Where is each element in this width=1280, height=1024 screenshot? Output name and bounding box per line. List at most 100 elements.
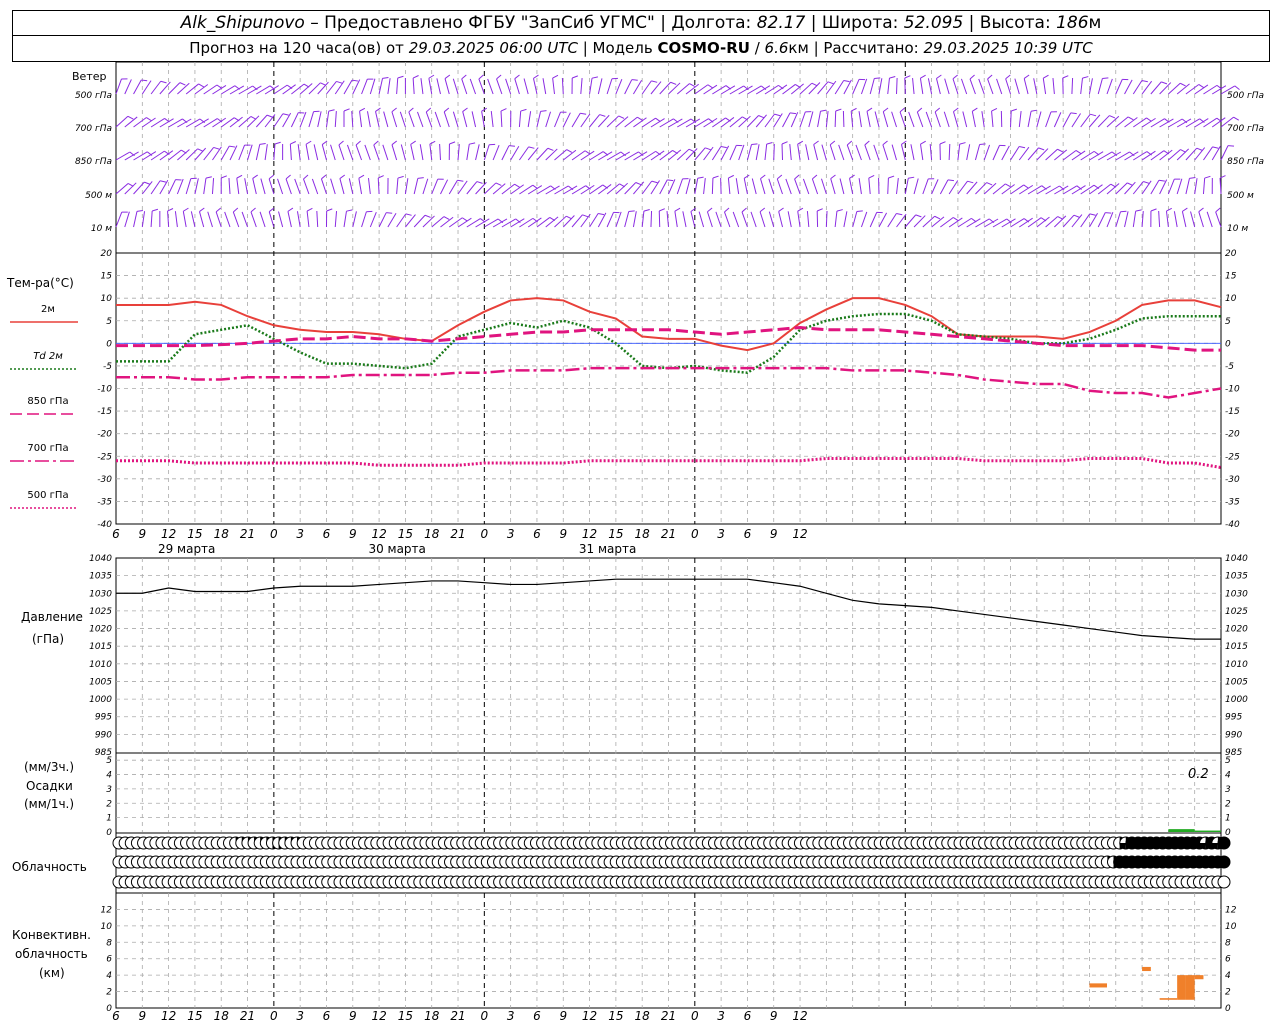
wind-barb [168, 179, 176, 195]
wind-barb [1042, 78, 1047, 95]
hour-label-bottom: 9 [770, 1009, 778, 1023]
pres-ytick-left: 1040 [89, 554, 112, 564]
wind-barb [916, 111, 924, 128]
temp-ytick-right: 0 [1225, 339, 1231, 349]
pressure-unit: (гПа) [32, 632, 64, 646]
wind-barb [811, 178, 819, 195]
wind-barb [1194, 178, 1198, 195]
pres-ytick-left: 1035 [89, 572, 112, 582]
hour-label-top: 15 [187, 527, 202, 541]
hour-label-bottom: 3 [296, 1009, 304, 1023]
wind-barb [268, 211, 275, 228]
wind-barb [983, 144, 991, 161]
wind-barb-flag [339, 174, 346, 179]
wind-barb-flag [1141, 80, 1148, 83]
conv-ytick-right: 6 [1225, 955, 1231, 965]
wind-barb [878, 212, 888, 228]
hour-label-bottom: 6 [533, 1009, 541, 1023]
hour-label-bottom: 15 [187, 1009, 202, 1023]
wind-barb-flag [816, 208, 823, 212]
hour-label-top: 3 [296, 527, 304, 541]
cloud-symbols [112, 836, 1231, 889]
wind-barb [282, 112, 292, 128]
wind-barb [802, 178, 810, 195]
hour-label-bottom: 15 [608, 1009, 623, 1023]
temp-ytick-left: -5 [103, 362, 112, 372]
wind-barb [311, 178, 319, 195]
conv-ytick-left: 0 [106, 1004, 112, 1014]
wind-barb [247, 144, 253, 161]
cloud-symbol [1217, 875, 1231, 889]
wind-barb [1198, 211, 1204, 228]
wind-barb [910, 144, 915, 161]
wind-barb [778, 211, 783, 228]
wind-barb-flag [1057, 148, 1064, 153]
conv-bar [1142, 966, 1151, 972]
wind-barb [366, 111, 371, 128]
wind-barb [858, 178, 862, 195]
wind-barb-flag [1135, 209, 1142, 212]
wind-barb [746, 144, 752, 161]
wind-barb-flag [651, 80, 658, 83]
wind-barb [882, 144, 889, 161]
wind-barb [536, 111, 542, 128]
wind-barb [580, 78, 583, 95]
wind-barb-flag [728, 174, 734, 179]
temp-ytick-right: 15 [1225, 272, 1237, 282]
wind-barb-flag [1038, 147, 1045, 151]
wind-barb [552, 78, 555, 95]
wind-barb [966, 144, 971, 161]
wind-barb-flag [358, 174, 365, 179]
wind-barb [1106, 211, 1114, 228]
wind-barb-flag [1166, 207, 1172, 212]
wind-barb [244, 178, 249, 195]
wind-barb-flag [1062, 75, 1069, 79]
wind-barb [159, 179, 169, 195]
wind-barb [250, 211, 257, 228]
wind-barb-flag [1019, 146, 1026, 149]
temp-ytick-right: -35 [1225, 497, 1240, 507]
wind-barb [174, 211, 178, 228]
wind-barb [487, 78, 494, 95]
wind-barb-flag [528, 146, 535, 149]
hour-label-top: 12 [371, 527, 386, 541]
wind-level-right: 500 гПа [1227, 91, 1264, 101]
wind-barb [133, 79, 142, 95]
wind-barb [457, 144, 460, 161]
wind-barb [987, 78, 994, 95]
wind-barb [741, 211, 748, 228]
wind-barb [1071, 113, 1081, 128]
temp-title: Тем-ра(°C) [6, 276, 74, 290]
conv-ytick-right: 0 [1225, 1004, 1231, 1014]
wind-barb-flag [412, 75, 419, 79]
wind-barb-flag [1158, 179, 1165, 182]
wind-barb-flag [829, 140, 836, 146]
prec-ytick-right: 4 [1225, 771, 1231, 781]
wind-barb-flag [1105, 212, 1112, 214]
wind-barb [797, 211, 801, 228]
wind-barb [682, 211, 687, 228]
wind-barb [659, 81, 671, 95]
wind-barb [727, 178, 731, 195]
wind-barb [443, 111, 450, 128]
cloud-symbol [1217, 836, 1231, 850]
wind-barb [690, 211, 696, 228]
wind-barb [1010, 110, 1012, 128]
wind-barb [501, 145, 510, 161]
wind-barb-flag [939, 141, 946, 145]
wind-barb [1124, 211, 1129, 228]
hour-label-top: 12 [792, 527, 807, 541]
wind-barb [431, 178, 439, 195]
wind-barb [606, 115, 620, 128]
wind-barb [422, 215, 435, 228]
hour-label-top: 21 [240, 527, 255, 541]
wind-barb-flag [820, 109, 827, 112]
wind-barb-flag [328, 109, 335, 112]
temp-ytick-left: -10 [97, 385, 112, 395]
wind-barb [1185, 178, 1190, 195]
wind-barb [899, 111, 906, 128]
wind-barb-flag [1043, 74, 1049, 79]
wind-barb-flag [1215, 207, 1221, 213]
wind-barb-flag [991, 107, 998, 112]
wind-barb [505, 78, 512, 95]
